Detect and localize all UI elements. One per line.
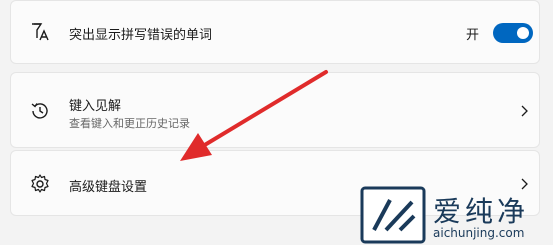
watermark-text: 爱纯净: [433, 195, 530, 228]
watermark-url: aichunjing.com: [433, 226, 525, 240]
